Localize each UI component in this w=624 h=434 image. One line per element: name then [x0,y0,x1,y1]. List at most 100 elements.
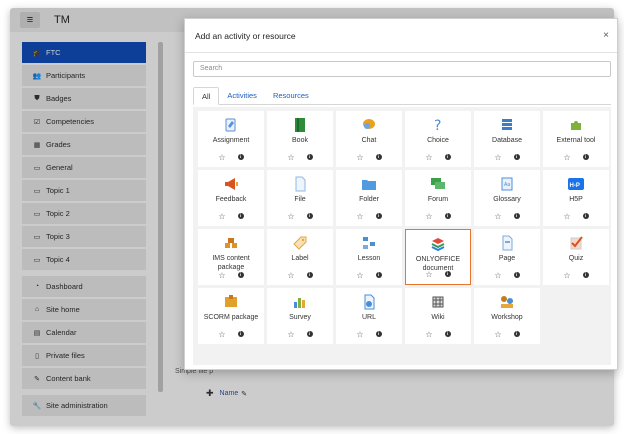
tile-actions: ☆ i [267,153,333,162]
tile-actions: ☆ i [474,271,540,280]
tile-actions: ☆ i [336,330,402,339]
activity-tile-book[interactable]: Book ☆ i [267,111,333,167]
star-icon[interactable]: ☆ [425,212,432,221]
activity-tile-file[interactable]: File ☆ i [267,170,333,226]
activity-tile-workshop[interactable]: Workshop ☆ i [474,288,540,344]
activity-tile-choice[interactable]: ? Choice ☆ i [405,111,471,167]
star-icon[interactable]: ☆ [287,212,294,221]
info-icon[interactable]: i [237,213,244,219]
h5p-icon: H-P [568,176,584,192]
star-icon[interactable]: ☆ [494,212,501,221]
star-icon[interactable]: ☆ [563,212,570,221]
activity-tile-glossary[interactable]: Aa Glossary ☆ i [474,170,540,226]
scorm-icon [223,294,239,310]
star-icon[interactable]: ☆ [218,330,225,339]
activity-tile-lesson[interactable]: Lesson ☆ i [336,229,402,285]
star-icon[interactable]: ☆ [356,271,363,280]
star-icon[interactable]: ☆ [356,330,363,339]
chat-icon [361,117,377,133]
star-icon[interactable]: ☆ [494,330,501,339]
activity-tile-quiz[interactable]: Quiz ☆ i [543,229,609,285]
star-icon[interactable]: ☆ [425,330,432,339]
activity-tile-label[interactable]: Label ☆ i [267,229,333,285]
tile-actions: ☆ i [474,153,540,162]
star-icon[interactable]: ☆ [218,153,225,162]
info-icon[interactable]: i [306,331,313,337]
activity-tile-ims-content-package[interactable]: IMS content package ☆ i [198,229,264,285]
activity-grid-container: Assignment ☆ i Book ☆ i Chat ☆ i? Choice ☆ i Databas… [193,107,611,365]
tile-actions: ☆ i [198,153,264,162]
file-icon [292,176,308,192]
activity-tile-h5p[interactable]: H-P H5P ☆ i [543,170,609,226]
star-icon[interactable]: ☆ [494,153,501,162]
info-icon[interactable]: i [306,154,313,160]
info-icon[interactable]: i [444,271,451,277]
forum-icon [430,176,446,192]
activity-tile-onlyoffice-document[interactable]: ONLYOFFICE document ☆ i [405,229,471,285]
tile-actions: ☆ i [267,330,333,339]
url-icon [361,294,377,310]
close-icon[interactable]: × [603,30,609,41]
lesson-icon [361,235,377,251]
activity-tile-label: Folder [359,196,379,203]
tab-activities[interactable]: Activities [219,87,265,105]
quiz-icon [568,235,584,251]
info-icon[interactable]: i [513,272,520,278]
activity-tile-forum[interactable]: Forum ☆ i [405,170,471,226]
star-icon[interactable]: ☆ [494,271,501,280]
star-icon[interactable]: ☆ [287,153,294,162]
tile-actions: ☆ i [336,153,402,162]
star-icon[interactable]: ☆ [356,153,363,162]
onlyoffice-icon [430,236,446,252]
search-input[interactable]: Search [193,61,611,77]
info-icon[interactable]: i [375,331,382,337]
star-icon[interactable]: ☆ [563,271,570,280]
info-icon[interactable]: i [444,154,451,160]
activity-tile-database[interactable]: Database ☆ i [474,111,540,167]
activity-tile-assignment[interactable]: Assignment ☆ i [198,111,264,167]
activity-tile-url[interactable]: URL ☆ i [336,288,402,344]
info-icon[interactable]: i [237,331,244,337]
activity-tile-feedback[interactable]: Feedback ☆ i [198,170,264,226]
info-icon[interactable]: i [582,213,589,219]
info-icon[interactable]: i [306,272,313,278]
info-icon[interactable]: i [582,154,589,160]
star-icon[interactable]: ☆ [218,212,225,221]
activity-tile-label: Forum [427,196,449,203]
tab-all[interactable]: All [193,87,220,105]
info-icon[interactable]: i [582,272,589,278]
info-icon[interactable]: i [513,331,520,337]
choice-icon: ? [430,117,446,133]
activity-tile-page[interactable]: Page ☆ i [474,229,540,285]
info-icon[interactable]: i [306,213,313,219]
star-icon[interactable]: ☆ [356,212,363,221]
assignment-icon [223,117,239,133]
info-icon[interactable]: i [444,213,451,219]
info-icon[interactable]: i [513,154,520,160]
activity-tile-chat[interactable]: Chat ☆ i [336,111,402,167]
info-icon[interactable]: i [375,272,382,278]
star-icon[interactable]: ☆ [287,271,294,280]
star-icon[interactable]: ☆ [563,153,570,162]
activity-tile-label: Survey [289,314,311,321]
activity-tile-label: Feedback [215,196,247,203]
activity-tile-external-tool[interactable]: External tool ☆ i [543,111,609,167]
modal-title: Add an activity or resource [195,30,296,41]
info-icon[interactable]: i [444,331,451,337]
activity-tile-survey[interactable]: Survey ☆ i [267,288,333,344]
svg-text:Aa: Aa [504,182,510,188]
info-icon[interactable]: i [375,213,382,219]
star-icon[interactable]: ☆ [425,270,432,279]
tab-resources[interactable]: Resources [265,87,317,105]
svg-text:?: ? [434,118,441,133]
activity-tile-folder[interactable]: Folder ☆ i [336,170,402,226]
star-icon[interactable]: ☆ [287,330,294,339]
info-icon[interactable]: i [237,154,244,160]
info-icon[interactable]: i [237,272,244,278]
info-icon[interactable]: i [513,213,520,219]
star-icon[interactable]: ☆ [425,153,432,162]
activity-tile-wiki[interactable]: Wiki ☆ i [405,288,471,344]
info-icon[interactable]: i [375,154,382,160]
activity-tile-scorm-package[interactable]: SCORM package ☆ i [198,288,264,344]
star-icon[interactable]: ☆ [218,271,225,280]
